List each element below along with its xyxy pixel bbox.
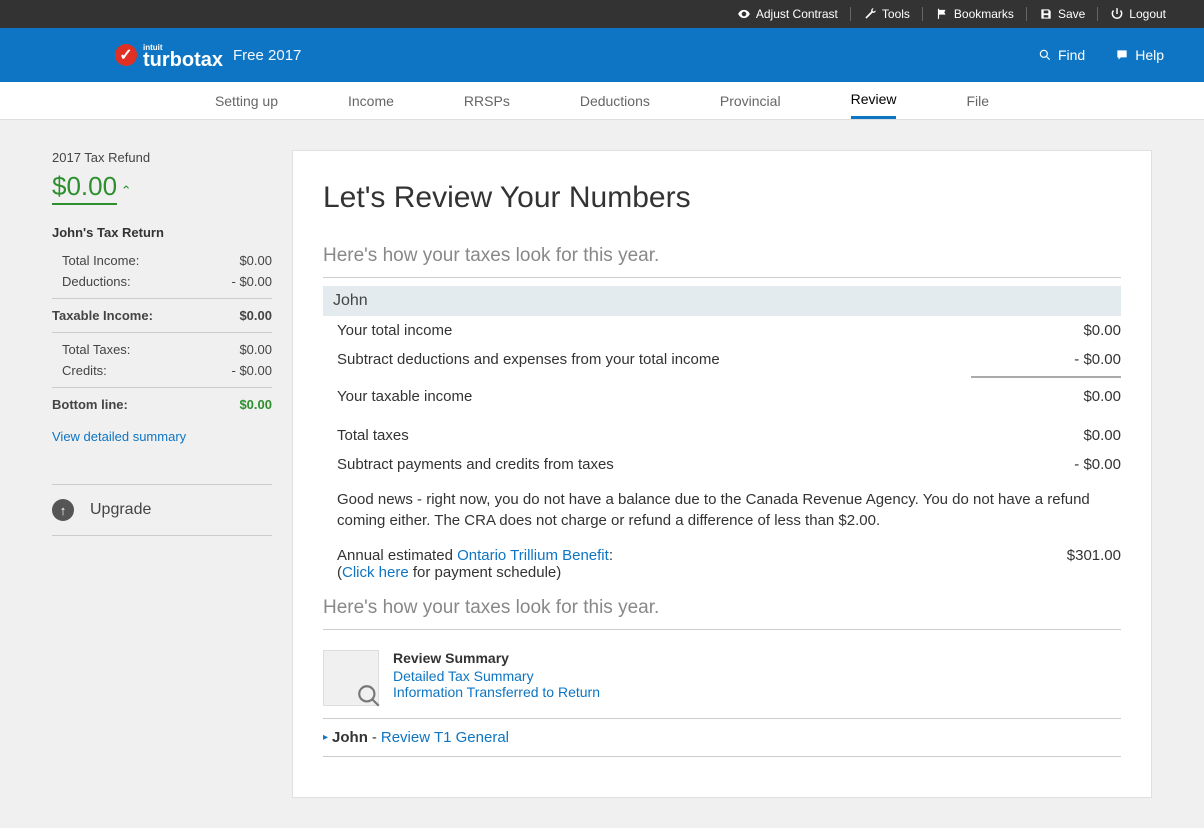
good-news-text: Good news - right now, you do not have a…	[323, 479, 1121, 537]
person-header: John	[323, 286, 1121, 316]
nav-provincial[interactable]: Provincial	[720, 82, 781, 119]
find-label: Find	[1058, 47, 1085, 63]
chevron-up-icon[interactable]: ⌃	[121, 183, 132, 198]
sb-credits: Credits:- $0.00	[52, 360, 272, 381]
otb-prefix: Annual estimated	[337, 547, 457, 564]
otb-row: Annual estimated Ontario Trillium Benefi…	[323, 537, 1121, 585]
logo-text: intuit turbotax	[143, 43, 223, 68]
otb-suffix: :	[609, 547, 613, 564]
row-total-income: Your total income$0.00	[323, 316, 1121, 345]
tools-link[interactable]: Tools	[855, 7, 918, 21]
divider	[1097, 7, 1098, 21]
sidebar: 2017 Tax Refund $0.00 ⌃ John's Tax Retur…	[52, 150, 292, 798]
nav-file[interactable]: File	[966, 82, 989, 119]
otb-schedule-text: for payment schedule)	[409, 564, 562, 581]
divider	[850, 7, 851, 21]
expand-arrow-icon[interactable]: ▸	[323, 732, 328, 743]
sb-total-income: Total Income:$0.00	[52, 250, 272, 271]
brand-header: ✓ intuit turbotax Free 2017 Find Help	[0, 28, 1204, 82]
return-owner-label: John's Tax Return	[52, 225, 272, 240]
upgrade-button[interactable]: ↑ Upgrade	[52, 484, 272, 536]
person-review-row: ▸ John - Review T1 General	[323, 718, 1121, 757]
ontario-trillium-link[interactable]: Ontario Trillium Benefit	[457, 547, 609, 564]
view-detailed-summary-link[interactable]: View detailed summary	[52, 429, 272, 444]
logout-link[interactable]: Logout	[1102, 7, 1174, 21]
help-icon	[1115, 48, 1129, 62]
logo-main-label: turbotax	[143, 52, 223, 68]
subhead-2: Here's how your taxes look for this year…	[323, 597, 1121, 630]
logo-edition-label: Free 2017	[233, 47, 301, 64]
person-review-sep: -	[372, 729, 377, 746]
logout-label: Logout	[1129, 7, 1166, 21]
info-transferred-link[interactable]: Information Transferred to Return	[393, 684, 600, 700]
wrench-icon	[863, 7, 877, 21]
sb-taxable-income: Taxable Income:$0.00	[52, 305, 272, 326]
magnifier-icon	[356, 683, 382, 709]
logo-badge-icon: ✓	[115, 44, 137, 66]
bookmarks-label: Bookmarks	[954, 7, 1014, 21]
page-title: Let's Review Your Numbers	[323, 181, 1121, 215]
nav-deductions[interactable]: Deductions	[580, 82, 650, 119]
search-icon	[1038, 48, 1052, 62]
nav-rrsps[interactable]: RRSPs	[464, 82, 510, 119]
review-summary-box: Review Summary Detailed Tax Summary Info…	[323, 638, 1121, 718]
upgrade-label: Upgrade	[90, 501, 151, 519]
refund-amount[interactable]: $0.00	[52, 171, 117, 205]
arrow-up-circle-icon: ↑	[52, 499, 74, 521]
find-link[interactable]: Find	[1038, 47, 1085, 63]
help-label: Help	[1135, 47, 1164, 63]
sb-bottom-line: Bottom line:$0.00	[52, 394, 272, 415]
person-review-name: John	[332, 729, 368, 746]
save-label: Save	[1058, 7, 1085, 21]
sb-deductions: Deductions:- $0.00	[52, 271, 272, 292]
divider	[1026, 7, 1027, 21]
divider	[52, 298, 272, 299]
row-subtract-credits: Subtract payments and credits from taxes…	[323, 450, 1121, 479]
row-taxable-income: Your taxable income$0.00	[323, 382, 1121, 411]
bookmarks-link[interactable]: Bookmarks	[927, 7, 1022, 21]
subtotal-divider	[971, 376, 1121, 378]
review-t1-link[interactable]: Review T1 General	[381, 729, 509, 746]
eye-icon	[737, 7, 751, 21]
nav-setting-up[interactable]: Setting up	[215, 82, 278, 119]
document-magnify-icon	[323, 650, 379, 706]
flag-icon	[935, 7, 949, 21]
main-panel: Let's Review Your Numbers Here's how you…	[292, 150, 1152, 798]
otb-value: $301.00	[1067, 547, 1121, 581]
row-subtract-deductions: Subtract deductions and expenses from yo…	[323, 345, 1121, 374]
top-utility-bar: Adjust Contrast Tools Bookmarks Save Log…	[0, 0, 1204, 28]
nav-review[interactable]: Review	[851, 82, 897, 119]
save-link[interactable]: Save	[1031, 7, 1093, 21]
divider	[922, 7, 923, 21]
adjust-contrast-label: Adjust Contrast	[756, 7, 838, 21]
subhead-1: Here's how your taxes look for this year…	[323, 245, 1121, 278]
nav-income[interactable]: Income	[348, 82, 394, 119]
save-icon	[1039, 7, 1053, 21]
divider	[52, 387, 272, 388]
power-icon	[1110, 7, 1124, 21]
refund-label: 2017 Tax Refund	[52, 150, 272, 165]
detailed-tax-summary-link[interactable]: Detailed Tax Summary	[393, 668, 600, 684]
help-link[interactable]: Help	[1115, 47, 1164, 63]
review-summary-title: Review Summary	[393, 650, 600, 666]
row-total-taxes: Total taxes$0.00	[323, 421, 1121, 450]
otb-click-here-link[interactable]: Click here	[342, 564, 409, 581]
sb-total-taxes: Total Taxes:$0.00	[52, 339, 272, 360]
main-nav: Setting up Income RRSPs Deductions Provi…	[0, 82, 1204, 120]
adjust-contrast-link[interactable]: Adjust Contrast	[729, 7, 846, 21]
divider	[52, 332, 272, 333]
tools-label: Tools	[882, 7, 910, 21]
